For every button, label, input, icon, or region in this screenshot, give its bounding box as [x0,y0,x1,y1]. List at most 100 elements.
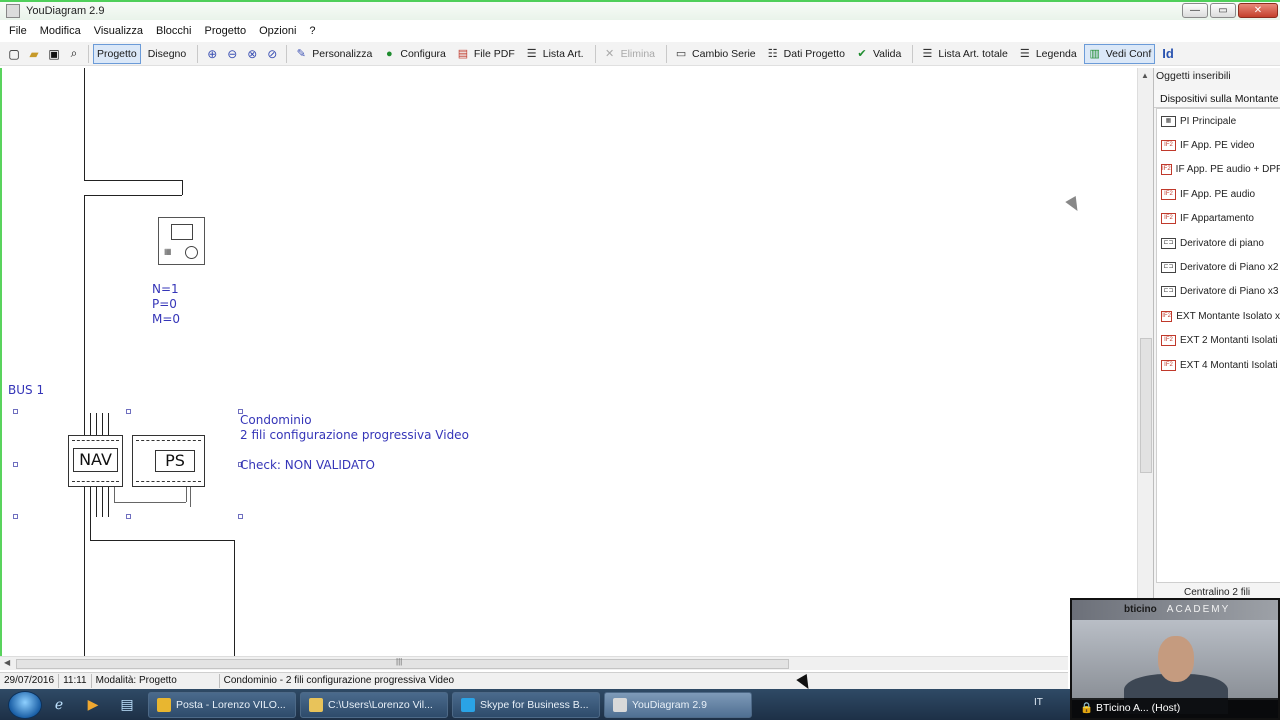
menu-help[interactable]: ? [309,25,315,37]
toolbar-personalizza-button[interactable]: ✎ Personalizza [291,44,375,64]
delete-icon: ✕ [604,48,615,60]
open-icon[interactable]: ▰ [26,46,42,62]
toolbar-vedi-conf-button[interactable]: ▥ Vedi Conf [1083,43,1156,64]
toolbar-lista-art-button[interactable]: ☰ Lista Art. [522,44,587,64]
taskbar-item[interactable]: Skype for Business B... [452,691,600,718]
panel-item[interactable]: IF2 EXT 4 Montanti Isolati [1157,353,1280,377]
presenter-head [1158,636,1194,682]
wire [90,413,91,435]
toolbar-button-label: Cambio Serie [692,47,756,60]
taskbar-item[interactable]: C:\Users\Lorenzo Vil... [300,691,448,718]
riser-line [90,487,91,540]
panel-item-label: EXT 4 Montanti Isolati [1180,359,1278,371]
selection-handle[interactable] [13,514,18,519]
window-title: YouDiagram 2.9 [26,5,105,17]
title-bar: YouDiagram 2.9 — ▭ ✕ [0,0,1280,20]
keypad-icon: ▦ [164,247,172,256]
toolbar-separator [594,44,596,63]
taskbar-item-label: Skype for Business B... [480,698,589,711]
vertical-scroll-thumb[interactable] [1140,338,1152,473]
zoom-fit-icon[interactable]: ⊗ [244,46,260,62]
panel-item-label: Derivatore di piano [1180,237,1264,249]
close-button[interactable]: ✕ [1238,3,1278,18]
toolbar-lista-art-totale-button[interactable]: ☰ Lista Art. totale [917,44,1010,64]
check-status: Check: NON VALIDATO [240,458,375,472]
toolbar-elimina-button[interactable]: ✕ Elimina [600,44,658,64]
menu-blocchi[interactable]: Blocchi [156,25,191,37]
menu-progetto[interactable]: Progetto [205,25,247,37]
panel-item[interactable]: IF2 EXT Montante Isolato x [1157,304,1280,328]
riser-line [234,540,235,658]
selection-handle[interactable] [126,514,131,519]
panel-footer-tab[interactable]: Centralino 2 fili [1184,587,1250,598]
scroll-up-icon[interactable]: ▲ [1141,71,1149,80]
toolbar-button-label: File PDF [473,47,515,60]
toolbar-file-pdf-button[interactable]: ▤ File PDF [453,44,518,64]
toolbar-legenda-button[interactable]: ☰ Legenda [1015,44,1080,64]
menu-modifica[interactable]: Modifica [40,25,81,37]
panel-item[interactable]: IF2 EXT 2 Montanti Isolati [1157,329,1280,353]
window-controls: — ▭ ✕ [1182,3,1278,18]
menu-file[interactable]: File [9,25,27,37]
diagram-canvas[interactable]: ▦ N=1 P=0 M=0 BUS 1 NAV PS Condominio 2 … [0,68,1137,658]
panel-item[interactable]: ⊏⊐ Derivatore di Piano x2 [1157,255,1280,279]
taskbar-item[interactable]: YouDiagram 2.9 [604,691,752,718]
scroll-left-icon[interactable]: ◀ [4,658,10,667]
zoom-out-icon[interactable]: ⊖ [224,46,240,62]
device-screen [171,224,193,240]
save-icon[interactable]: ▣ [46,46,62,62]
selection-handle[interactable] [126,409,131,414]
media-player-icon[interactable]: ▶ [76,691,110,719]
zoom-reset-icon[interactable]: ⊘ [264,46,280,62]
mode-disegno-button[interactable]: Disegno [145,44,190,64]
maximize-button[interactable]: ▭ [1210,3,1236,18]
toolbar-button-label: Lista Art. totale [938,47,1008,60]
selection-handle[interactable] [238,514,243,519]
internet-explorer-icon[interactable]: ℯ [42,691,76,719]
apartment-device[interactable]: ▦ [158,217,205,265]
riser-line [90,540,234,541]
horizontal-scroll-thumb[interactable] [16,659,789,669]
selection-handle[interactable] [13,409,18,414]
taskbar-item-label: C:\Users\Lorenzo Vil... [328,698,433,711]
panel-item[interactable]: IF2 IF App. PE audio [1157,182,1280,206]
riser-line [84,195,182,196]
minimize-button[interactable]: — [1182,3,1208,18]
zoom-in-icon[interactable]: ⊕ [204,46,220,62]
panel-item[interactable]: ⊏⊐ Derivatore di piano [1157,231,1280,255]
calculator-icon[interactable]: ▤ [110,691,144,719]
panel-item[interactable]: ▦ PI Principale [1157,109,1280,133]
panel-item[interactable]: IF2 IF App. PE video [1157,133,1280,157]
panel-item[interactable]: ⊏⊐ Derivatore di Piano x3 [1157,280,1280,304]
toolbar-cambio-serie-button[interactable]: ▭ Cambio Serie [671,44,759,64]
id-button[interactable]: Id [1159,44,1177,64]
toolbar-dati-progetto-button[interactable]: ☷ Dati Progetto [763,44,848,64]
toolbar-configura-button[interactable]: ● Configura [379,44,449,64]
nav-module[interactable]: NAV [68,435,123,487]
mode-progetto-button[interactable]: Progetto [93,43,141,64]
panel-category-tab[interactable]: Dispositivi sulla Montante [1154,90,1280,108]
new-icon[interactable]: ▢ [6,46,22,62]
webcam-banner: bticino ACADEMY [1072,600,1278,620]
riser-line [84,195,85,435]
selection-handle[interactable] [13,462,18,467]
panel-item[interactable]: IF2 IF Appartamento [1157,207,1280,231]
check-icon: ✔ [857,48,867,60]
ps-module[interactable]: PS [132,435,205,487]
interface-icon: IF2 [1161,335,1176,347]
print-preview-icon[interactable]: ⌕ [66,46,82,62]
legend-icon: ☰ [1019,48,1030,60]
taskbar-item[interactable]: Posta - Lorenzo VILO... [148,691,296,718]
floor-splitter-icon: ⊏⊐ [1161,262,1176,274]
toolbar-valida-button[interactable]: ✔ Valida [852,44,904,64]
status-time: 11:11 [59,674,92,688]
menu-opzioni[interactable]: Opzioni [259,25,296,37]
language-indicator[interactable]: IT [1034,697,1043,708]
toolbar-button-label: Elimina [620,47,656,60]
start-button[interactable] [8,690,42,719]
vertical-scrollbar[interactable]: ▲ [1137,68,1153,658]
panel-item[interactable]: IF2 IF App. PE audio + DPP [1157,158,1280,182]
horizontal-scrollbar[interactable]: ◀ ||| [0,656,1068,670]
menu-visualizza[interactable]: Visualizza [94,25,143,37]
floor-splitter-icon: ⊏⊐ [1161,237,1176,249]
